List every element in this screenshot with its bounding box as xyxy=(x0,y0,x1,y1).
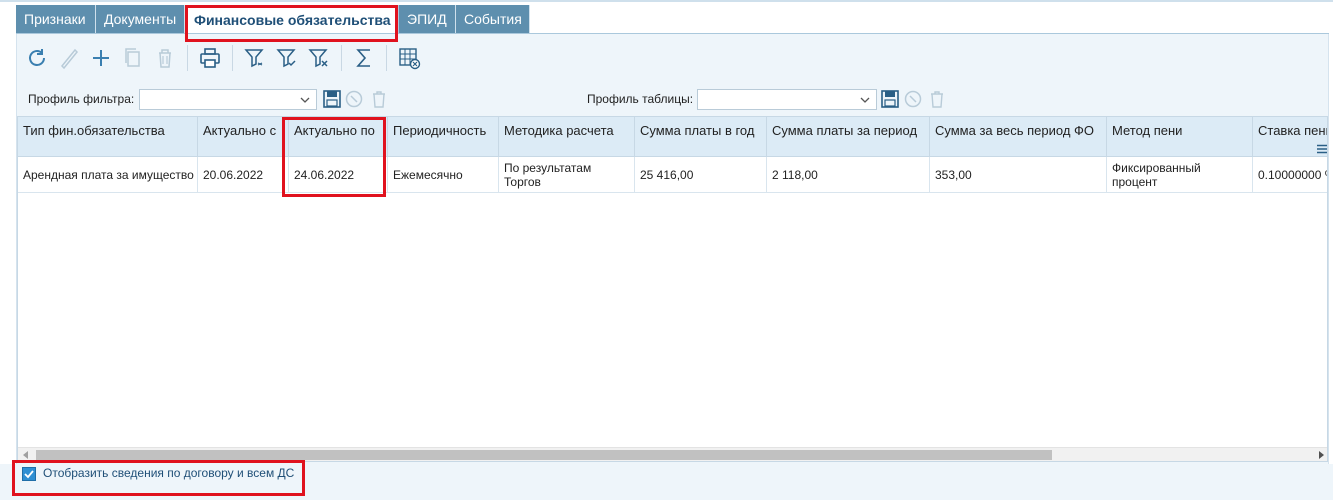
add-icon[interactable] xyxy=(85,42,117,74)
tab-epid[interactable]: ЭПИД xyxy=(399,5,456,33)
column-header-with-menu[interactable]: Ставка пени xyxy=(1253,117,1328,157)
delete-filter-profile-icon[interactable] xyxy=(368,88,390,110)
horizontal-scrollbar[interactable] xyxy=(18,447,1327,461)
delete-table-profile-icon[interactable] xyxy=(926,88,948,110)
save-table-profile-icon[interactable] xyxy=(879,88,901,110)
tab-priznaki[interactable]: Признаки xyxy=(16,5,96,33)
toolbar xyxy=(17,42,425,74)
column-header[interactable]: Сумма платы за период xyxy=(767,117,930,157)
toolbar-separator xyxy=(232,45,233,71)
scroll-left-icon[interactable] xyxy=(23,451,28,459)
cell-actual-to: 24.06.2022 xyxy=(289,157,388,193)
fin-obligations-grid: Тип фин.обязательства Актуально с Актуал… xyxy=(17,116,1328,462)
checkmark-icon xyxy=(24,470,34,479)
edit-icon[interactable] xyxy=(53,42,85,74)
footer: Отобразить сведения по договору и всем Д… xyxy=(0,464,1333,500)
delete-icon[interactable] xyxy=(149,42,181,74)
cell-penalty-method: Фиксированный процент xyxy=(1107,157,1253,193)
filter-profile-label: Профиль фильтра: xyxy=(28,92,135,106)
top-border xyxy=(0,0,1333,2)
cell-obligation-type: Арендная плата за имущество xyxy=(18,157,198,193)
chevron-down-icon xyxy=(860,97,870,103)
column-header-label: Ставка пени xyxy=(1258,123,1328,138)
column-header[interactable]: Тип фин.обязательства xyxy=(18,117,198,157)
column-menu-icon[interactable] xyxy=(1317,144,1327,154)
tab-dokumenty[interactable]: Документы xyxy=(96,5,185,33)
cell-period-sum: 2 118,00 xyxy=(767,157,930,193)
tab-sobytiya[interactable]: События xyxy=(456,5,530,33)
filter-remove-icon[interactable] xyxy=(303,42,335,74)
column-header[interactable]: Сумма за весь период ФО xyxy=(930,117,1107,157)
cell-total-sum: 353,00 xyxy=(930,157,1107,193)
scrollbar-thumb[interactable] xyxy=(36,450,1052,460)
show-all-checkbox[interactable] xyxy=(22,467,36,481)
table-profile-select[interactable] xyxy=(697,89,877,110)
cell-calc-method: По результатам Торгов xyxy=(499,157,635,193)
scroll-right-icon[interactable] xyxy=(1319,451,1324,459)
grid-header: Тип фин.обязательства Актуально с Актуал… xyxy=(18,117,1328,157)
print-icon[interactable] xyxy=(194,42,226,74)
refresh-icon[interactable] xyxy=(21,42,53,74)
table-profile-label: Профиль таблицы: xyxy=(587,92,694,106)
filter-clear-icon[interactable] xyxy=(239,42,271,74)
chevron-down-icon xyxy=(300,97,310,103)
filter-apply-icon[interactable] xyxy=(271,42,303,74)
table-row[interactable]: Арендная плата за имущество 20.06.2022 2… xyxy=(18,157,1328,193)
copy-icon[interactable] xyxy=(117,42,149,74)
cell-periodicity: Ежемесячно xyxy=(388,157,499,193)
tab-bar: Признаки Документы Финансовые обязательс… xyxy=(16,5,530,35)
reset-table-profile-icon[interactable] xyxy=(902,88,924,110)
column-header[interactable]: Методика расчета xyxy=(499,117,635,157)
column-header[interactable]: Актуально с xyxy=(198,117,289,157)
cell-actual-from: 20.06.2022 xyxy=(198,157,289,193)
tab-finansovye-obyazatelstva[interactable]: Финансовые обязательства xyxy=(185,5,399,35)
cell-penalty-rate: 0.10000000 % xyxy=(1258,168,1328,182)
toolbar-separator xyxy=(341,45,342,71)
table-settings-icon[interactable] xyxy=(393,42,425,74)
column-header[interactable]: Метод пени xyxy=(1107,117,1253,157)
cell-annual-sum: 25 416,00 xyxy=(635,157,767,193)
main-panel: Профиль фильтра: Профиль таблицы: Тип фи… xyxy=(16,34,1329,464)
sum-icon[interactable] xyxy=(348,42,380,74)
profile-row: Профиль фильтра: Профиль таблицы: xyxy=(17,86,1330,114)
column-header[interactable]: Сумма платы в год xyxy=(635,117,767,157)
filter-profile-select[interactable] xyxy=(139,89,317,110)
save-filter-profile-icon[interactable] xyxy=(321,88,343,110)
toolbar-separator xyxy=(187,45,188,71)
show-all-label[interactable]: Отобразить сведения по договору и всем Д… xyxy=(43,466,294,480)
toolbar-separator xyxy=(386,45,387,71)
reset-filter-profile-icon[interactable] xyxy=(343,88,365,110)
column-header[interactable]: Актуально по xyxy=(289,117,388,157)
column-header[interactable]: Периодичность xyxy=(388,117,499,157)
